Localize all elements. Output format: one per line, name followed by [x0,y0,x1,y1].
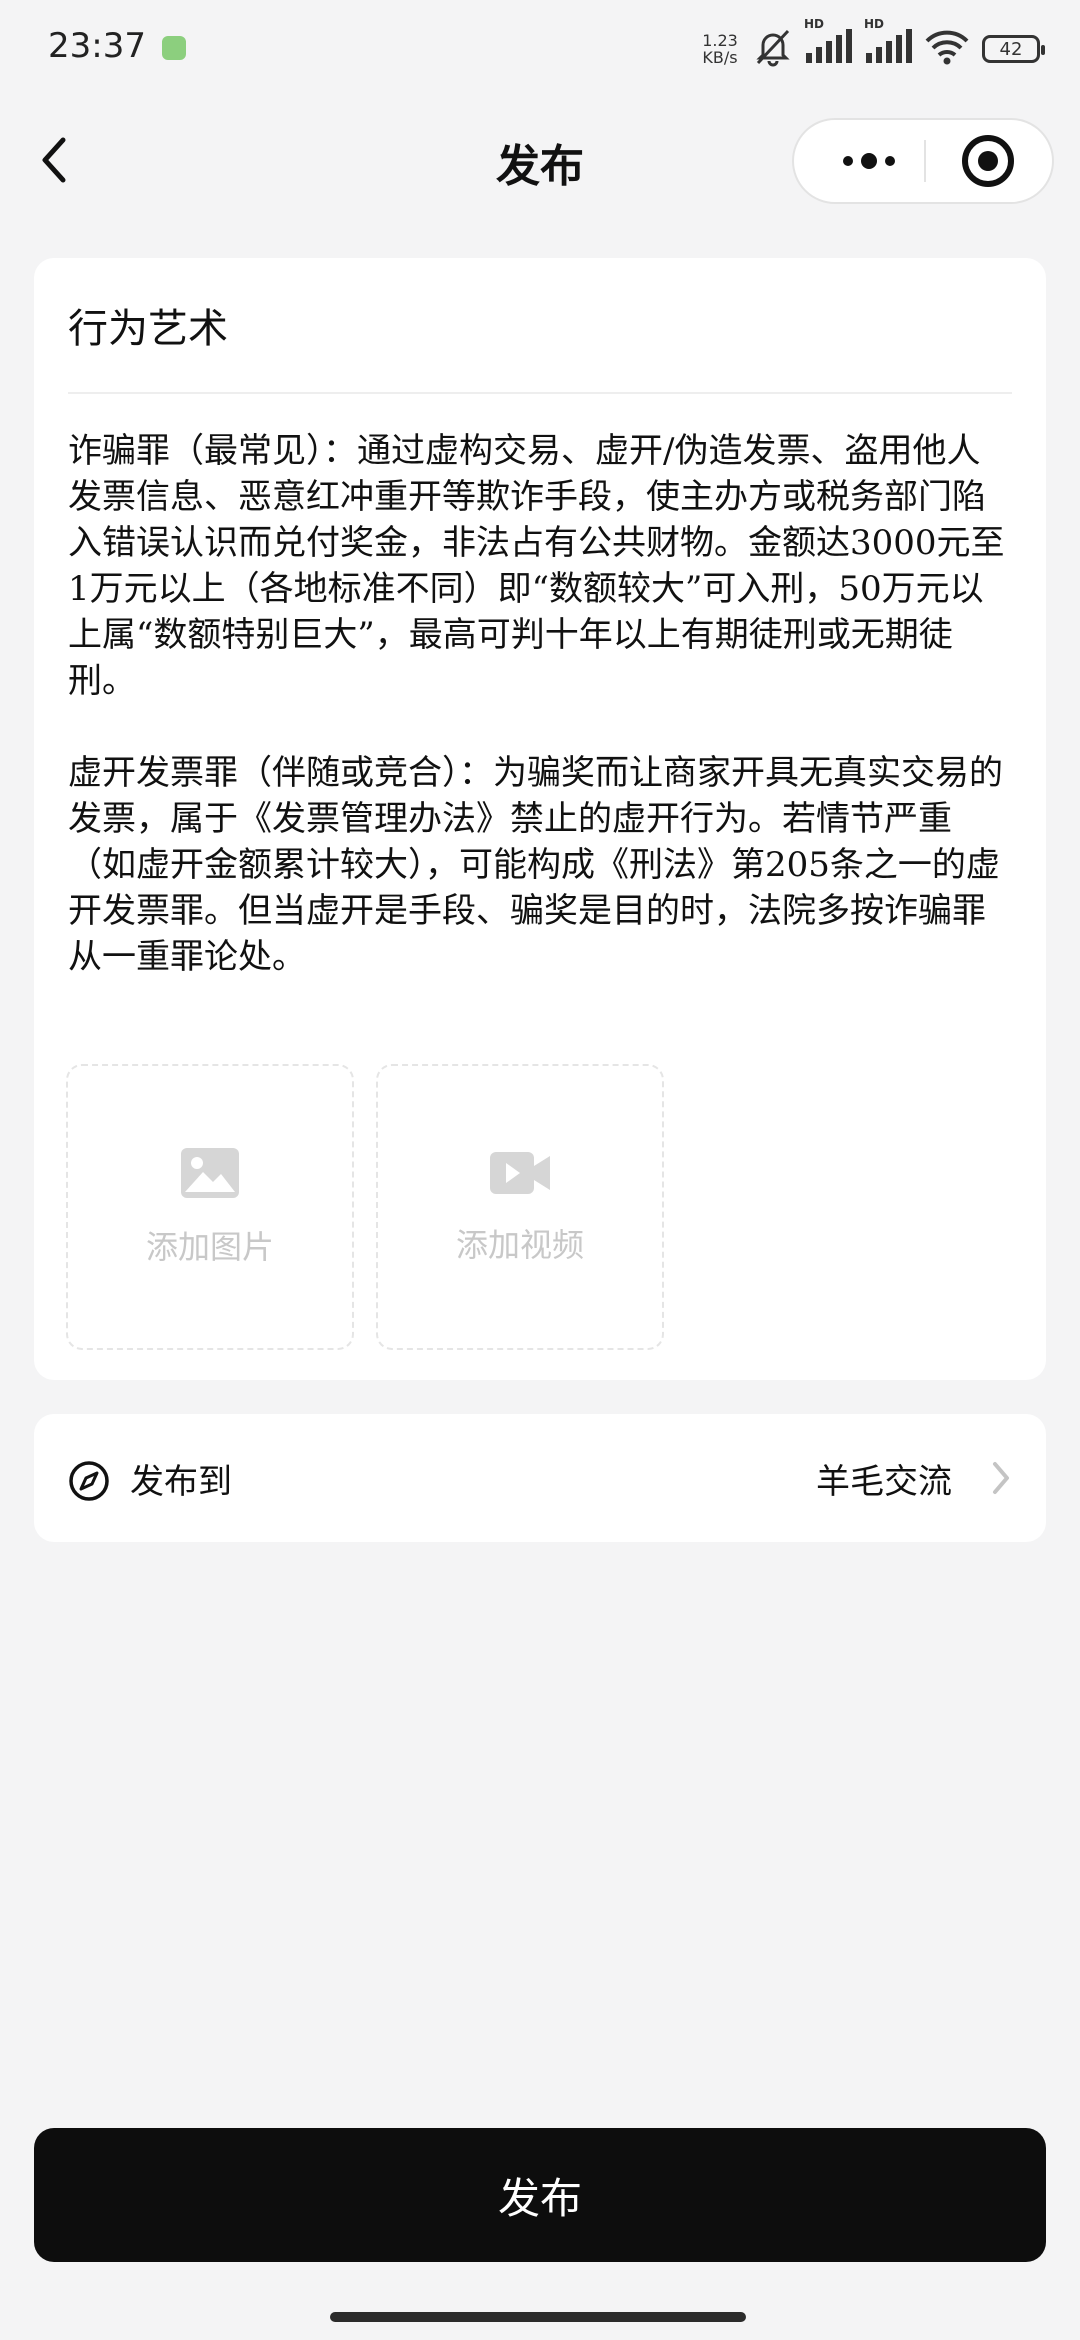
title-divider [68,392,1012,394]
page: 23:37 1.23 KB/s HD HD 42 发布 行为艺术 诈骗罪（最常见… [0,0,1080,2340]
add-video-button[interactable]: 添加视频 [376,1064,664,1350]
publish-submit-button[interactable]: 发布 [34,2128,1046,2262]
signal-hd-tag-2: HD [864,17,885,31]
status-indicators: 1.23 KB/s HD HD 42 [698,17,1045,74]
notification-app-icon [162,36,186,60]
publish-to-row[interactable]: 发布到 羊毛交流 [34,1414,1046,1542]
content-paragraph-1: 诈骗罪（最常见）：通过虚构交易、虚开/伪造发票、盗用他人发票信息、恶意红冲重开等… [68,431,1005,701]
capsule-divider [924,140,926,182]
post-content-textarea[interactable]: 诈骗罪（最常见）：通过虚构交易、虚开/伪造发票、盗用他人发票信息、恶意红冲重开等… [68,428,1012,1026]
image-icon [181,1148,239,1198]
publish-to-label: 发布到 [130,1462,232,1502]
status-bar: 23:37 1.23 KB/s HD HD 42 [0,0,1080,96]
publish-to-value: 羊毛交流 [816,1462,952,1502]
signal-icon: HD [804,17,852,69]
signal-hd-tag: HD [804,17,825,31]
mute-bell-icon [754,27,792,71]
chevron-right-icon [993,1462,1009,1494]
signal-icon-2: HD [864,17,912,69]
network-speed-unit: KB/s [702,48,738,67]
add-video-label: 添加视频 [455,1226,584,1264]
video-icon [490,1152,550,1194]
battery-icon: 42 [982,35,1045,63]
wifi-icon [924,29,970,69]
nav-header: 发布 [0,110,1080,210]
add-image-button[interactable]: 添加图片 [66,1064,354,1350]
media-upload-row: 添加图片 添加视频 [66,1064,664,1350]
post-title-input[interactable]: 行为艺术 [68,296,228,354]
network-speed: 1.23 KB/s [698,32,742,66]
mini-program-capsule [792,118,1054,204]
status-time: 23:37 [48,26,146,66]
editor-card: 行为艺术 诈骗罪（最常见）：通过虚构交易、虚开/伪造发票、盗用他人发票信息、恶意… [34,258,1046,1380]
home-indicator[interactable] [330,2312,746,2322]
battery-level: 42 [999,38,1023,60]
content-paragraph-2: 虚开发票罪（伴随或竞合）：为骗奖而让商家开具无真实交易的发票，属于《发票管理办法… [68,753,1003,977]
close-target-icon[interactable] [962,135,1014,187]
add-image-label: 添加图片 [145,1228,274,1266]
compass-icon [69,1461,109,1501]
network-speed-value: 1.23 [702,31,738,50]
more-dots-icon[interactable] [824,120,914,202]
